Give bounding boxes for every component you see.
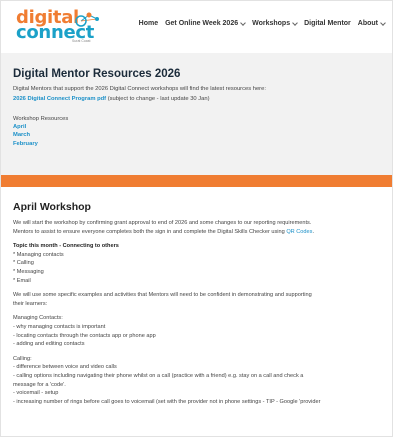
topic-item: * Messaging — [13, 268, 44, 275]
calling-heading: Calling: — [13, 355, 32, 362]
program-pdf-link[interactable]: 2026 Digital Connect Program pdf — [13, 96, 106, 102]
nav-about[interactable]: About — [357, 19, 386, 27]
calling-item: message for a 'code'. — [13, 381, 66, 388]
orange-divider — [1, 175, 392, 187]
qr-codes-link[interactable]: QR Codes — [286, 229, 312, 235]
contacts-item: - adding and editing contacts — [13, 341, 85, 348]
workshop-resources-label: Workshop Resources — [13, 116, 69, 122]
resources-section: Digital Mentor Resources 2026 Digital Me… — [1, 53, 392, 175]
workshop-resources-list: Workshop Resources April March February — [13, 115, 68, 148]
nav-workshops[interactable]: Workshops — [252, 19, 298, 27]
site-header: digital connect Surat Coast Home Get Onl… — [1, 1, 392, 53]
logo-network-icon — [75, 12, 99, 27]
site-logo[interactable]: digital connect Surat Coast — [16, 9, 121, 45]
april-workshop-section: April Workshop We will start the worksho… — [1, 187, 392, 436]
page: digital connect Surat Coast Home Get Onl… — [0, 0, 393, 437]
program-note: (subject to change - last update 30 Jan) — [106, 96, 210, 102]
nav-label: About — [357, 20, 378, 27]
nav-label: Workshops — [252, 20, 291, 27]
topic-item: * Calling — [13, 260, 34, 267]
topic-item: * Email — [13, 277, 31, 284]
topic-heading: Topic this month - Connecting to others — [13, 243, 119, 250]
intro-2-text: Mentors to assist to ensure everyone com… — [13, 228, 287, 235]
workshop-intro-2: Mentors to assist to ensure everyone com… — [13, 228, 388, 237]
contacts-item: - locating contacts through the contacts… — [13, 332, 156, 339]
program-line: 2026 Digital Connect Program pdf (subjec… — [13, 96, 210, 102]
nav-label: Home — [138, 20, 159, 27]
examples-line-2: their learners: — [13, 300, 48, 307]
resources-intro: Digital Mentors that support the 2026 Di… — [13, 86, 266, 92]
contacts-item: - why managing contacts is important — [13, 323, 106, 330]
contacts-heading: Managing Contacts: — [13, 315, 63, 322]
chevron-down-icon — [380, 19, 386, 26]
workshop-title: April Workshop — [13, 201, 91, 213]
calling-item: - voicemail - setup — [13, 390, 59, 397]
resources-title: Digital Mentor Resources 2026 — [13, 68, 181, 80]
calling-item: - increasing number of rings before call… — [13, 398, 321, 405]
month-link-march[interactable]: March — [13, 131, 68, 139]
nav-get-online-week[interactable]: Get Online Week 2026 — [165, 19, 246, 27]
nav-home[interactable]: Home — [139, 20, 158, 27]
workshop-intro-1: We will start the workshop by confirming… — [13, 220, 312, 226]
main-nav: Home Get Online Week 2026 Workshops Digi… — [139, 19, 386, 27]
intro-2-suffix: . — [312, 228, 314, 235]
topic-item: * Managing contacts — [13, 251, 64, 258]
examples-line-1: We will use some specific examples and a… — [13, 292, 312, 299]
nav-label: Get Online Week 2026 — [165, 20, 239, 27]
logo-tagline: Surat Coast — [72, 39, 91, 43]
nav-digital-mentor[interactable]: Digital Mentor — [304, 20, 351, 27]
chevron-down-icon — [292, 19, 298, 26]
workshop-body: We will start the workshop by confirming… — [13, 219, 388, 406]
calling-item: - calling options including navigating t… — [13, 372, 304, 379]
calling-item: - difference between voice and video cal… — [13, 364, 117, 371]
month-link-april[interactable]: April — [13, 123, 68, 131]
nav-label: Digital Mentor — [304, 20, 351, 27]
month-link-february[interactable]: February — [13, 140, 68, 148]
chevron-down-icon — [240, 19, 246, 26]
